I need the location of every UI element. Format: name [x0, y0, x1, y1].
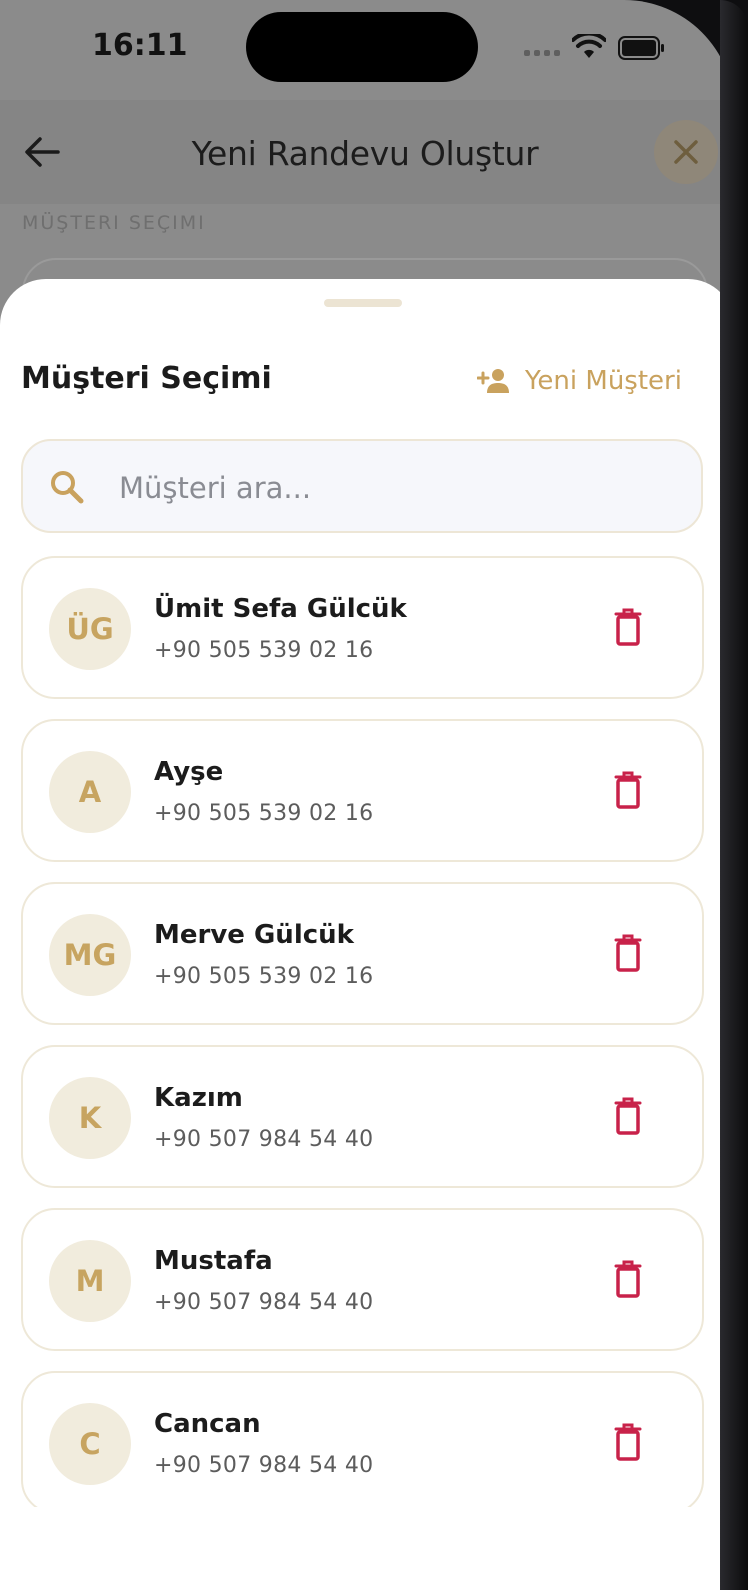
avatar: ÜG	[49, 588, 131, 670]
customer-phone: +90 505 539 02 16	[154, 638, 374, 663]
avatar: MG	[49, 914, 131, 996]
customer-phone: +90 507 984 54 40	[154, 1290, 374, 1315]
customer-list-item[interactable]: K Kazım +90 507 984 54 40	[21, 1045, 704, 1188]
section-label: MÜŞTERI SEÇIMI	[22, 212, 206, 234]
phone-screen: 16:11 Yeni Randevu Oluştur MÜŞTERI SEÇIM…	[0, 0, 734, 1590]
trash-icon[interactable]	[613, 934, 643, 972]
customer-name: Cancan	[154, 1409, 261, 1439]
trash-icon[interactable]	[613, 1423, 643, 1461]
search-input[interactable]	[117, 467, 681, 509]
wifi-icon	[572, 34, 606, 58]
sheet-bottom	[0, 1507, 734, 1590]
customer-list-item[interactable]: M Mustafa +90 507 984 54 40	[21, 1208, 704, 1351]
avatar: K	[49, 1077, 131, 1159]
signal-icon	[524, 50, 560, 56]
customer-select-sheet: Müşteri Seçimi Yeni Müşteri ÜG Ümit Sefa…	[0, 279, 734, 1590]
sheet-title: Müşteri Seçimi	[21, 361, 272, 396]
status-time: 16:11	[92, 28, 188, 63]
customer-name: Merve Gülcük	[154, 920, 354, 950]
sheet-grabber[interactable]	[324, 299, 402, 307]
customer-name: Mustafa	[154, 1246, 273, 1276]
customer-name: Ümit Sefa Gülcük	[154, 594, 407, 624]
device-frame	[720, 0, 748, 1590]
avatar: M	[49, 1240, 131, 1322]
new-customer-label: Yeni Müşteri	[525, 366, 682, 396]
avatar: C	[49, 1403, 131, 1485]
battery-icon	[618, 36, 664, 60]
customer-list-item[interactable]: A Ayşe +90 505 539 02 16	[21, 719, 704, 862]
trash-icon[interactable]	[613, 1097, 643, 1135]
close-button[interactable]	[654, 120, 718, 184]
customer-phone: +90 505 539 02 16	[154, 964, 374, 989]
customer-name: Kazım	[154, 1083, 243, 1113]
search-field[interactable]	[21, 439, 703, 533]
customer-list-item[interactable]: C Cancan +90 507 984 54 40	[21, 1371, 704, 1514]
status-bar: 16:11	[0, 0, 734, 100]
new-customer-button[interactable]: Yeni Müşteri	[477, 361, 682, 401]
dynamic-island	[246, 12, 478, 82]
app-header: Yeni Randevu Oluştur	[0, 100, 734, 204]
search-icon	[51, 471, 84, 504]
person-add-icon	[477, 369, 509, 393]
customer-list-item[interactable]: ÜG Ümit Sefa Gülcük +90 505 539 02 16	[21, 556, 704, 699]
page-title: Yeni Randevu Oluştur	[191, 134, 539, 173]
customer-list-item[interactable]: MG Merve Gülcük +90 505 539 02 16	[21, 882, 704, 1025]
close-icon	[674, 140, 698, 164]
customer-phone: +90 507 984 54 40	[154, 1453, 374, 1478]
customer-phone: +90 505 539 02 16	[154, 801, 374, 826]
avatar: A	[49, 751, 131, 833]
trash-icon[interactable]	[613, 608, 643, 646]
customer-phone: +90 507 984 54 40	[154, 1127, 374, 1152]
trash-icon[interactable]	[613, 1260, 643, 1298]
customer-list: ÜG Ümit Sefa Gülcük +90 505 539 02 16 A …	[21, 556, 704, 1534]
customer-name: Ayşe	[154, 757, 224, 787]
trash-icon[interactable]	[613, 771, 643, 809]
